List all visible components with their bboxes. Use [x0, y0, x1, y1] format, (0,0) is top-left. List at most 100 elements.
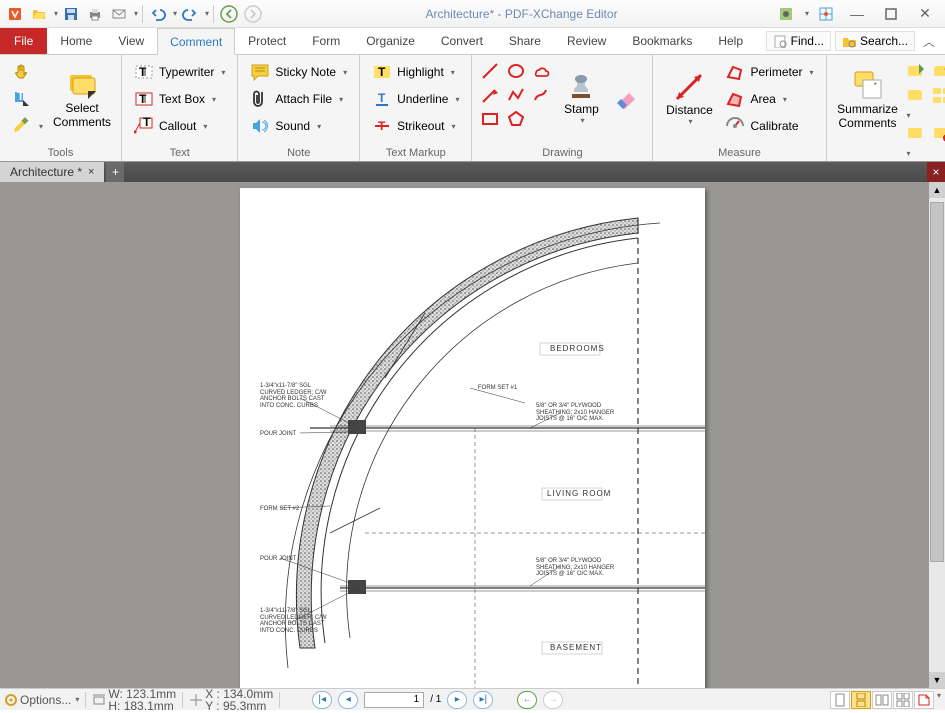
strike-label: Strikeout [397, 119, 444, 133]
nav-forward-button[interactable] [242, 3, 264, 25]
line-tool-icon[interactable] [480, 61, 500, 81]
underline-button[interactable]: TUnderline▾ [368, 86, 463, 112]
protect-tab[interactable]: Protect [235, 28, 299, 54]
find-label: Find... [791, 34, 824, 48]
perimeter-button[interactable]: Perimeter▾ [721, 59, 817, 85]
home-tab[interactable]: Home [47, 28, 105, 54]
minimize-button[interactable]: — [843, 4, 871, 24]
typewriter-button[interactable]: TTypewriter▾ [130, 59, 229, 85]
ui-options-dropdown[interactable]: ▾ [805, 9, 809, 18]
scroll-down-button[interactable]: ▼ [929, 672, 945, 688]
select-text-tool-button[interactable]: T [8, 86, 47, 112]
help-tab[interactable]: Help [705, 28, 756, 54]
export-comments-icon[interactable] [931, 61, 945, 83]
sticky-label: Sticky Note [275, 65, 336, 79]
comment-styles-icon[interactable] [931, 123, 945, 159]
share-tab[interactable]: Share [496, 28, 554, 54]
select-comments-button[interactable]: Select Comments [51, 59, 113, 139]
options-button[interactable]: Options...▾ [4, 693, 79, 707]
email-button[interactable] [108, 3, 130, 25]
continuous-button[interactable] [851, 691, 871, 709]
document-viewport[interactable]: BEDROOMS LIVING ROOM BASEMENT 1-3/4"x11-… [0, 182, 945, 688]
print-button[interactable] [84, 3, 106, 25]
redo-button[interactable] [179, 3, 201, 25]
maximize-button[interactable] [877, 4, 905, 24]
arrow-tool-icon[interactable] [480, 85, 500, 105]
rect-tool-icon[interactable] [480, 109, 500, 129]
manage-group: Summarize Comments ▾ ▾ Manage Comments [827, 55, 945, 161]
scroll-thumb[interactable] [930, 202, 944, 562]
summarize-button[interactable]: Summarize Comments [835, 59, 901, 139]
import-comments-icon[interactable] [905, 61, 927, 83]
two-page-button[interactable] [872, 691, 892, 709]
app-icon[interactable] [4, 3, 26, 25]
organize-tab[interactable]: Organize [353, 28, 428, 54]
nav-back-button[interactable] [218, 3, 240, 25]
first-page-button[interactable]: |◂ [312, 691, 332, 709]
comment-tab[interactable]: Comment [157, 28, 235, 55]
close-tab-icon[interactable]: × [88, 166, 94, 178]
history-forward-button[interactable]: → [543, 691, 563, 709]
pdf-mode-button[interactable] [914, 691, 934, 709]
show-comments-icon[interactable]: ▾ [905, 85, 927, 121]
polyline-tool-icon[interactable] [506, 85, 526, 105]
add-tab-button[interactable]: + [106, 162, 124, 182]
review-tab[interactable]: Review [554, 28, 619, 54]
find-button[interactable]: Find... [766, 31, 831, 51]
next-page-button[interactable]: ▸ [447, 691, 467, 709]
sound-button[interactable]: Sound▾ [246, 113, 351, 139]
history-back-button[interactable]: ← [517, 691, 537, 709]
email-dropdown[interactable]: ▾ [134, 9, 138, 18]
ui-options-button[interactable] [775, 3, 797, 25]
sticky-note-button[interactable]: Sticky Note▾ [246, 59, 351, 85]
form-tab[interactable]: Form [299, 28, 353, 54]
document-tab[interactable]: Architecture *× [0, 162, 104, 182]
convert-tab[interactable]: Convert [428, 28, 496, 54]
view-tab[interactable]: View [105, 28, 157, 54]
basement-label: BASEMENT [550, 644, 602, 653]
single-page-button[interactable] [830, 691, 850, 709]
hand-tool-button[interactable] [8, 59, 47, 85]
pencil-tool-icon[interactable] [532, 85, 552, 105]
two-continuous-button[interactable] [893, 691, 913, 709]
layout-dropdown[interactable]: ▾ [937, 691, 941, 709]
comments-list-icon[interactable] [931, 85, 945, 121]
redo-dropdown[interactable]: ▾ [205, 9, 209, 18]
launch-button[interactable] [815, 3, 837, 25]
undo-button[interactable] [147, 3, 169, 25]
collapse-ribbon-button[interactable]: ︿ [919, 33, 939, 50]
drawing-group: Stamp▾ Drawing [472, 55, 653, 161]
stamp-button[interactable]: Stamp▾ [556, 59, 606, 139]
search-button[interactable]: Search... [835, 31, 915, 51]
eraser-button[interactable] [610, 59, 644, 139]
last-page-button[interactable]: ▸| [473, 691, 493, 709]
callout-button[interactable]: TCallout▾ [130, 113, 229, 139]
save-button[interactable] [60, 3, 82, 25]
oval-tool-icon[interactable] [506, 61, 526, 81]
page-input[interactable] [364, 692, 424, 708]
area-button[interactable]: Area▾ [721, 86, 817, 112]
undo-dropdown[interactable]: ▾ [173, 9, 177, 18]
close-all-button[interactable]: × [927, 162, 945, 182]
open-button[interactable] [28, 3, 50, 25]
calibrate-button[interactable]: Calibrate [721, 113, 817, 139]
distance-button[interactable]: Distance▾ [661, 59, 717, 139]
options-label: Options... [20, 693, 71, 707]
flatten-comments-icon[interactable]: ▾ [905, 123, 927, 159]
close-button[interactable]: ✕ [911, 4, 939, 24]
format-tool-button[interactable]: ▾ [8, 113, 47, 139]
scroll-up-button[interactable]: ▲ [929, 182, 945, 198]
file-tab[interactable]: File [0, 28, 47, 54]
cloud-tool-icon[interactable] [532, 61, 552, 81]
open-dropdown[interactable]: ▾ [54, 9, 58, 18]
attach-file-button[interactable]: Attach File▾ [246, 86, 351, 112]
highlight-button[interactable]: THighlight▾ [368, 59, 463, 85]
attach-label: Attach File [275, 92, 332, 106]
strikeout-button[interactable]: TStrikeout▾ [368, 113, 463, 139]
bookmarks-tab[interactable]: Bookmarks [619, 28, 705, 54]
prev-page-button[interactable]: ◂ [338, 691, 358, 709]
textbox-button[interactable]: TText Box▾ [130, 86, 229, 112]
polygon-tool-icon[interactable] [506, 109, 526, 129]
stamp-label: Stamp [564, 102, 599, 116]
vertical-scrollbar[interactable]: ▲ ▼ [929, 182, 945, 688]
